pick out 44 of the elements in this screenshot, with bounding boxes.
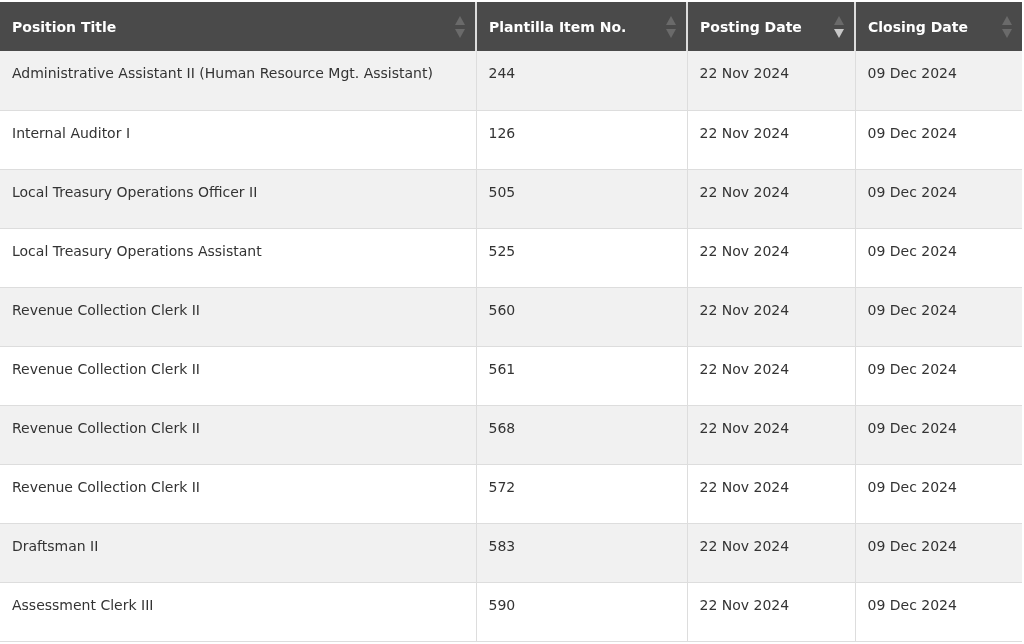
table-cell: 561 <box>476 346 687 405</box>
table-cell: Revenue Collection Clerk II <box>0 346 476 405</box>
table-cell: 22 Nov 2024 <box>687 287 855 346</box>
table-cell: 22 Nov 2024 <box>687 464 855 523</box>
table-cell: Draftsman II <box>0 523 476 582</box>
column-header[interactable]: Closing Date <box>855 2 1022 51</box>
table-cell: 22 Nov 2024 <box>687 346 855 405</box>
table-cell: 09 Dec 2024 <box>855 405 1022 464</box>
column-header[interactable]: Position Title <box>0 2 476 51</box>
table-cell: 09 Dec 2024 <box>855 51 1022 110</box>
table-cell: 09 Dec 2024 <box>855 464 1022 523</box>
table-cell: 09 Dec 2024 <box>855 346 1022 405</box>
table-cell: 590 <box>476 582 687 641</box>
table-cell: 09 Dec 2024 <box>855 287 1022 346</box>
table-cell: 09 Dec 2024 <box>855 169 1022 228</box>
table-cell: 22 Nov 2024 <box>687 405 855 464</box>
table-cell: 09 Dec 2024 <box>855 582 1022 641</box>
table-cell: 09 Dec 2024 <box>855 110 1022 169</box>
table-cell: 22 Nov 2024 <box>687 523 855 582</box>
table-cell: 505 <box>476 169 687 228</box>
table-cell: 244 <box>476 51 687 110</box>
table-cell: 22 Nov 2024 <box>687 582 855 641</box>
table-cell: Revenue Collection Clerk II <box>0 287 476 346</box>
table-cell: Local Treasury Operations Officer II <box>0 169 476 228</box>
table-cell: 572 <box>476 464 687 523</box>
column-header[interactable]: Plantilla Item No. <box>476 2 687 51</box>
table-cell: 09 Dec 2024 <box>855 523 1022 582</box>
table-cell: 568 <box>476 405 687 464</box>
table-cell: Administrative Assistant II (Human Resource Mgt. Assistant) <box>0 51 476 110</box>
table-cell: Local Treasury Operations Assistant <box>0 228 476 287</box>
table-cell: Revenue Collection Clerk II <box>0 405 476 464</box>
table-cell: 22 Nov 2024 <box>687 51 855 110</box>
table-cell: 525 <box>476 228 687 287</box>
column-header[interactable]: Posting Date <box>687 2 855 51</box>
table-cell: Revenue Collection Clerk II <box>0 464 476 523</box>
table-cell: 22 Nov 2024 <box>687 169 855 228</box>
table-cell: 126 <box>476 110 687 169</box>
table-cell: Assessment Clerk III <box>0 582 476 641</box>
table-cell: 22 Nov 2024 <box>687 228 855 287</box>
table-cell: 09 Dec 2024 <box>855 228 1022 287</box>
table-cell: 22 Nov 2024 <box>687 110 855 169</box>
table-cell: Internal Auditor I <box>0 110 476 169</box>
table-cell: 560 <box>476 287 687 346</box>
table-cell: 583 <box>476 523 687 582</box>
